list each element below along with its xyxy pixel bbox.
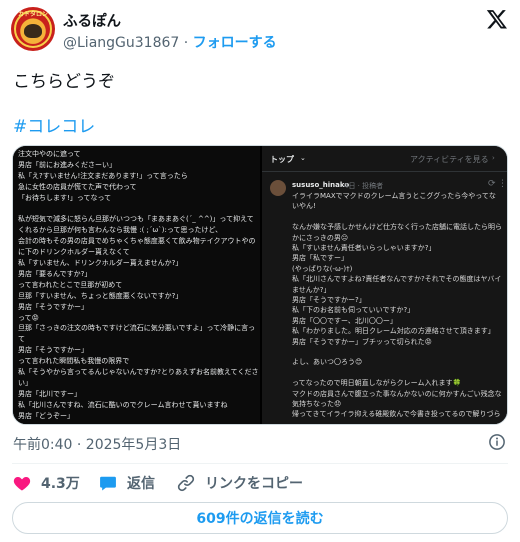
screenshot-text-line: 男店「〇〇ですー、北川〇〇ー」: [292, 316, 397, 325]
screenshot-text-line: 男店「要るんですか?」: [18, 269, 92, 278]
x-logo-icon[interactable]: [486, 8, 508, 30]
screenshot-text-line: に下のドリンクホルダー貰えなくて: [18, 248, 130, 257]
screenshot-text-line: なんか嫌な予感しかせんけど仕方なく行った店舗に電話したら明ら: [292, 223, 502, 232]
like-count: 4.3万: [41, 476, 80, 492]
replies-header: トップ ⌄ アクティビティを見る ›: [262, 146, 507, 172]
like-button[interactable]: 4.3万: [12, 472, 80, 494]
media-image-left[interactable]: 注文中やのに遮って男店「前にお進みくださーい」私「え?すいません!注文まだありま…: [13, 146, 260, 424]
post-text: こちらどうぞ: [13, 72, 115, 92]
screenshot-text-line: (やっぱりな(-ω-)†): [292, 264, 353, 273]
screenshot-text-line: 男店「そうですかー?」: [292, 296, 366, 304]
screenshot-text-line: 私「下のお名前も伺っていいですか?」: [292, 306, 415, 315]
screenshot-text-line: い」: [18, 378, 32, 387]
screenshot-text-line: 男店「そうですかー」ブチッって切られた😡: [292, 337, 432, 346]
reply-label: 返信: [127, 476, 155, 492]
screenshot-text-line: 私「そうやから言ってるんじゃないんですか?とりあえずお名前教えてくださ: [18, 368, 259, 376]
activity-link: アクティビティを見る: [410, 155, 489, 164]
user-handle[interactable]: @LiangGu31867: [63, 35, 179, 51]
copy-link-label: リンクをコピー: [205, 476, 303, 492]
screenshot-text-line: 男店「そうですかー」: [18, 346, 88, 355]
screenshot-text-line: って言われた瞬間私も我慢の限界で: [18, 357, 130, 366]
heart-icon: [13, 477, 31, 491]
screenshot-text-line: 男店「そうですかー」: [18, 302, 88, 311]
repost-icon: ⟳: [488, 179, 496, 189]
screenshot-text-line: よし、あいつ〇ろう😊: [292, 358, 363, 367]
tab-top: トップ: [270, 155, 294, 164]
screenshot-text-line: 私「北川さんですね、流石に酷いのでクレーム言わせて貰いますね: [18, 400, 228, 409]
copy-link-button[interactable]: リンクをコピー: [176, 472, 303, 494]
screenshot-text-line: 旦那「さっきの注文の時もですけど流石に気分悪いですよ」って冷静に言っ: [18, 324, 256, 333]
screenshot-text-line: 私「すいません責任者いらっしゃいますか?」: [292, 244, 436, 252]
follow-button[interactable]: フォローする: [193, 35, 277, 51]
commenter-name: sususo_hinako: [292, 181, 350, 189]
screenshot-text-line: 私が短気で減多に怒らん旦那がいつつも「まあまあぐ(´_ ^^)」って抑えて: [18, 215, 254, 224]
screenshot-text-line: 男店「どうぞー」: [18, 411, 74, 420]
screenshot-text-line: って😡: [18, 313, 39, 322]
action-bar: 4.3万 返信 リンクをコピー: [0, 468, 520, 496]
handle-separator: ·: [183, 35, 189, 51]
reply-button[interactable]: 返信: [98, 472, 155, 494]
screenshot-text-line: 注文中やのに遮って: [18, 150, 81, 158]
info-icon[interactable]: [488, 433, 506, 451]
screenshot-text-line: 私「わかりました。明日クレーム対応の方連絡させて頂きます」: [292, 327, 495, 336]
avatar[interactable]: カドタロン: [11, 7, 55, 51]
screenshot-text-line: て: [18, 335, 25, 344]
screenshot-text-line: マクドの店員さんで腹立った事なんかないのに何かすんごい残念な: [292, 389, 502, 398]
post-timestamp[interactable]: 午前0:40 · 2025年5月3日: [13, 434, 181, 454]
chevron-right-icon: ›: [492, 154, 495, 162]
link-icon: [177, 474, 195, 492]
hashtag-link[interactable]: #コレコレ: [13, 112, 95, 137]
avatar-face: [24, 24, 42, 38]
screenshot-text-line: ってなったので明日朝直しながらクレーム入れます🍀: [292, 379, 462, 388]
screenshot-text-line: 男店「私ですー」: [292, 254, 348, 263]
comment-icon: [100, 476, 116, 491]
screenshot-text-line: って言われたとこで旦那が初めて: [18, 280, 123, 289]
screenshot-text-line: 男店「前にお進みくださーい」: [18, 160, 116, 169]
screenshot-text-line: 帰ってきてイライラ抑える碓殿飲んで今書き投ってるので解りづら: [292, 410, 501, 419]
screenshot-text-line: 気持ちなった😞: [292, 400, 342, 408]
avatar-text: カドタロン: [17, 11, 48, 18]
screenshot-text-line: いやん!: [292, 202, 316, 211]
more-options-icon: ⋮: [498, 179, 507, 189]
screenshot-text-line: 男店「北川ですー」: [18, 389, 81, 398]
screenshot-text-line: 急に女性の店員が慌てた声で代わって: [18, 182, 137, 191]
divider: [12, 463, 508, 464]
media-attachment[interactable]: 注文中やのに遮って男店「前にお進みくださーい」私「え?すいません!注文まだありま…: [12, 145, 508, 425]
chevron-down-icon: ⌄: [300, 154, 306, 162]
screenshot-text-line: 私「すいません、ドリンクホルダー貰えませんか?」: [18, 259, 183, 267]
screenshot-text-line: 会計の時もその男の店員でめちゃくちゃ態度悪くて飲み物テイクアウトやの: [18, 237, 256, 246]
display-name[interactable]: ふるぽん: [63, 10, 121, 31]
commenter-meta: 4日 · 投稿者: [344, 182, 384, 190]
handle-row: @LiangGu31867 · フォローする: [63, 32, 277, 52]
screenshot-text-line: 私「え?すいません!注文まだあります!」って言ったら: [18, 171, 188, 180]
screenshot-text-line: くれるから旦那が何も言わんなら我慢 :( ;´ω`):って思ったけど、: [18, 226, 223, 235]
screenshot-text-line: ませんか?」: [292, 285, 331, 294]
screenshot-text-line: かにさっきの男😑: [292, 233, 349, 242]
read-replies-button[interactable]: 609件の返信を読む: [12, 502, 508, 534]
screenshot-text-line: 「お待ちします!」ってなって: [18, 193, 112, 202]
commenter-avatar: [270, 180, 286, 196]
screenshot-text-line: 私「北川さんですよね?責任者なんですか?それでその態度はヤバイ: [292, 275, 502, 284]
post-header: カドタロン ふるぽん @LiangGu31867 · フォローする: [0, 0, 520, 60]
screenshot-text-line: 旦那「すいません、ちょっと態度悪くないですか?」: [18, 291, 183, 300]
media-image-right[interactable]: トップ ⌄ アクティビティを見る › sususo_hinako 4日 · 投稿…: [262, 146, 507, 424]
screenshot-text-line: イライラMAXでマクドのクレーム言うとこググったら今やってな: [292, 192, 496, 200]
